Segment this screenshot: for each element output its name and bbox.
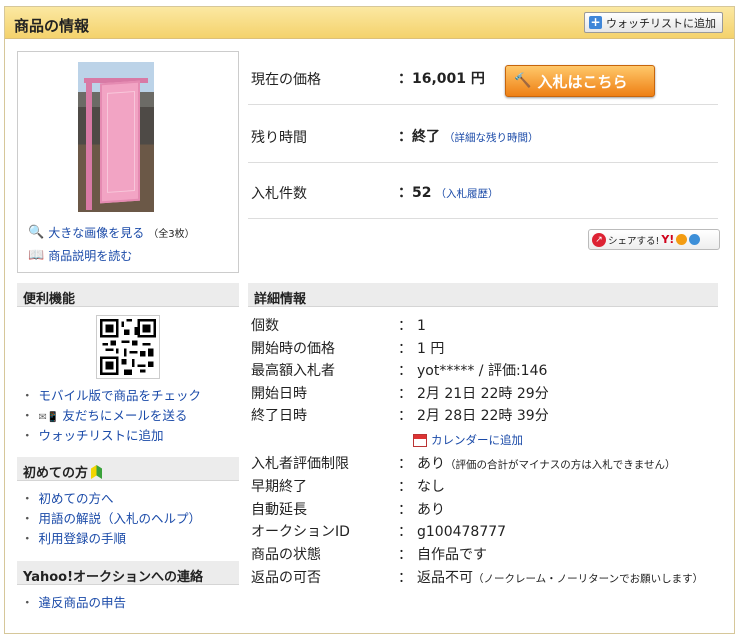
magnifier-icon: 🔍: [28, 225, 45, 240]
title-bar: 商品の情報 + ウォッチリストに追加: [5, 7, 734, 39]
item-image-box: 🔍 大きな画像を見る （全3枚） 📖 商品説明を読む: [17, 51, 239, 273]
bid-button[interactable]: 🔨 入札はこちら: [505, 65, 655, 97]
beginner-guide-link[interactable]: ・初めての方へ: [21, 488, 114, 507]
mail-friend-link[interactable]: ・ ✉📱 友だちにメールを送る: [21, 405, 187, 424]
read-description-link[interactable]: 📖 商品説明を読む: [28, 247, 132, 264]
mail-icon: ✉📱: [38, 412, 60, 423]
bid-history-link[interactable]: （入札履歴）: [435, 188, 498, 200]
remaining-label: 残り時間: [251, 130, 307, 146]
share-service-icon-2: [689, 234, 701, 245]
add-to-watchlist-button[interactable]: + ウォッチリストに追加: [584, 12, 723, 33]
glossary-link[interactable]: ・用語の解説（入札のヘルプ）: [21, 508, 201, 527]
share-label: シェアする!: [608, 235, 660, 247]
bid-button-label: 入札はこちら: [537, 72, 628, 91]
large-image-link[interactable]: 🔍 大きな画像を見る （全3枚）: [28, 224, 195, 241]
plus-icon: +: [589, 15, 602, 29]
watchlist-button-label: ウォッチリストに追加: [606, 16, 716, 30]
item-info-panel: 商品の情報 + ウォッチリストに追加 🔍 大きな画像を見る （全3枚） 📖 商品…: [4, 6, 735, 634]
sidebar-watchlist-link[interactable]: ・ウォッチリストに追加: [21, 425, 164, 444]
share-service-icon: [676, 234, 688, 245]
mobile-check-link[interactable]: ・モバイル版で商品をチェック: [21, 385, 201, 404]
beginner-heading: 初めての方: [17, 457, 239, 481]
details-heading: 詳細情報: [248, 283, 718, 307]
qr-code: [96, 315, 160, 379]
remaining-detail-link[interactable]: （詳細な残り時間）: [444, 132, 539, 144]
item-thumbnail[interactable]: [78, 62, 154, 212]
price-value: ：16,001 円: [398, 71, 485, 87]
share-button[interactable]: ↗ シェアする! Y!: [588, 229, 720, 250]
yahoo-icon: Y!: [661, 233, 675, 246]
price-label: 現在の価格: [251, 72, 321, 88]
remaining-time-row: 残り時間 ：終了 （詳細な残り時間）: [248, 109, 718, 163]
bid-count-label: 入札件数: [251, 186, 307, 202]
share-arrow-icon: ↗: [592, 232, 606, 247]
calendar-icon: [413, 433, 427, 447]
bid-count-row: 入札件数 ：52 （入札履歴）: [248, 165, 718, 219]
image-count: （全3枚）: [148, 229, 195, 240]
beginner-mark-icon: [91, 465, 103, 479]
report-violation-link[interactable]: ・違反商品の申告: [21, 592, 126, 611]
book-icon: 📖: [28, 248, 45, 263]
convenience-heading: 便利機能: [17, 283, 239, 307]
registration-link[interactable]: ・利用登録の手順: [21, 528, 126, 547]
page-title: 商品の情報: [14, 17, 90, 35]
add-to-calendar-link[interactable]: カレンダーに追加: [413, 432, 523, 448]
bid-count-value: ：52: [398, 185, 432, 201]
remaining-value: ：終了: [398, 129, 440, 145]
hammer-icon: 🔨: [514, 73, 532, 89]
contact-heading: Yahoo!オークションへの連絡: [17, 561, 239, 585]
